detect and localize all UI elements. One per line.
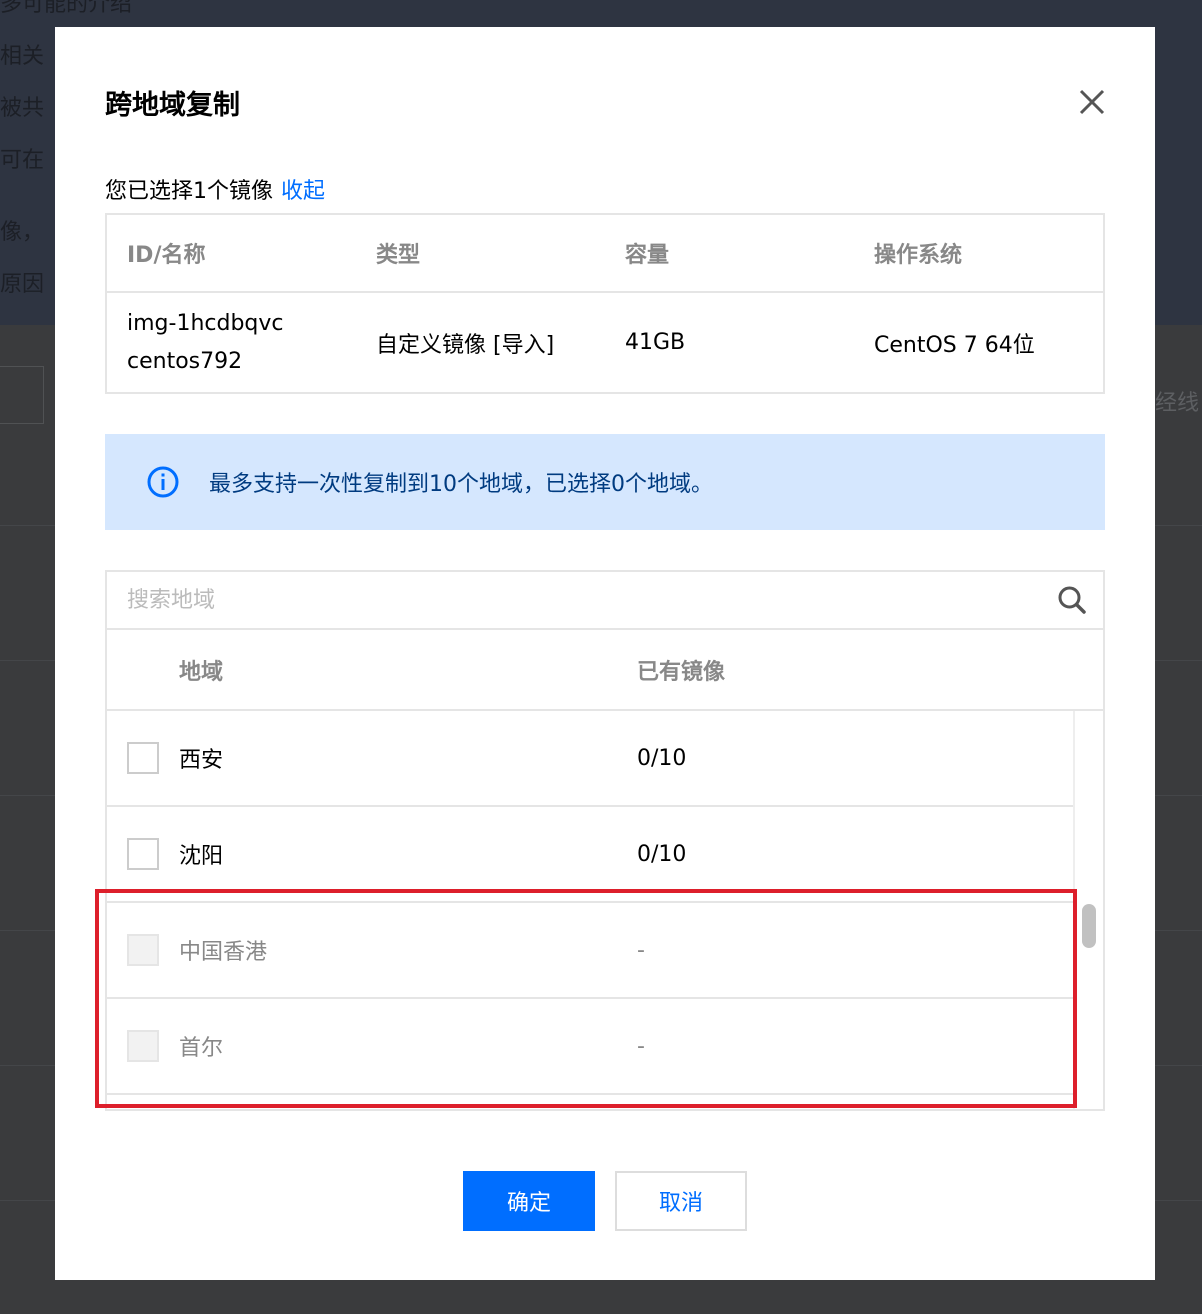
collapse-link[interactable]: 收起 xyxy=(281,179,325,204)
header-region: 地域 xyxy=(179,659,224,685)
notice-text: 最多支持一次性复制到10个地域，已选择0个地域。 xyxy=(209,472,713,497)
scrollbar-thumb[interactable] xyxy=(1082,904,1096,948)
header-size: 容量 xyxy=(625,243,670,268)
header-id-name: ID/名称 xyxy=(127,243,206,268)
table-row: img-1hcdbqvc centos792 自定义镜像 [导入] 41GB C… xyxy=(107,293,1103,392)
region-checkbox-hongkong xyxy=(127,934,159,966)
image-os: CentOS 7 64位 xyxy=(874,332,1035,358)
info-icon xyxy=(147,466,179,498)
region-checkbox-xian[interactable] xyxy=(127,742,159,774)
background-text: 相关 xyxy=(0,44,45,69)
table-row: 首尔 - xyxy=(107,999,1073,1095)
region-table-header: 地域 已有镜像 xyxy=(107,630,1103,711)
background-text: 被共 xyxy=(0,96,45,121)
region-list-scrollbar[interactable] xyxy=(1073,711,1103,1109)
image-id-name-cell: img-1hcdbqvc centos792 xyxy=(107,305,356,381)
region-search-input[interactable] xyxy=(107,572,1103,628)
region-name: 中国香港 xyxy=(179,940,268,965)
cross-region-copy-dialog: 跨地域复制 您已选择1个镜像 收起 ID/名称 类型 容量 操作系统 img-1h… xyxy=(55,27,1155,1280)
table-row: 中国香港 - xyxy=(107,903,1073,999)
close-button[interactable] xyxy=(1077,87,1107,117)
background-text: 像， xyxy=(0,220,45,245)
region-image-count: 0/10 xyxy=(637,745,687,771)
dialog-title: 跨地域复制 xyxy=(105,90,240,121)
image-size: 41GB xyxy=(625,330,686,355)
region-name: 西安 xyxy=(179,748,224,773)
info-notice: 最多支持一次性复制到10个地域，已选择0个地域。 xyxy=(105,434,1105,530)
table-row[interactable]: 西安 0/10 xyxy=(107,711,1073,807)
table-row[interactable]: 沈阳 0/10 xyxy=(107,807,1073,903)
region-image-count: - xyxy=(637,937,645,963)
region-name: 首尔 xyxy=(179,1036,224,1061)
background-input xyxy=(0,366,44,424)
confirm-button[interactable]: 确定 xyxy=(463,1171,595,1231)
header-os: 操作系统 xyxy=(874,243,963,268)
image-name: centos792 xyxy=(127,348,243,374)
selected-image-table: ID/名称 类型 容量 操作系统 img-1hcdbqvc centos792 … xyxy=(105,213,1105,394)
header-type: 类型 xyxy=(376,243,421,268)
selected-count-text: 您已选择1个镜像 xyxy=(105,179,273,204)
cancel-button[interactable]: 取消 xyxy=(615,1171,747,1231)
background-right-text: 经线 xyxy=(1155,391,1200,416)
background-text: 原因 xyxy=(0,272,45,297)
region-checkbox-shenyang[interactable] xyxy=(127,838,159,870)
image-id: img-1hcdbqvc xyxy=(127,310,284,336)
region-list: 西安 0/10 沈阳 0/10 中国香港 - 首尔 - xyxy=(107,711,1103,1109)
region-image-count: 0/10 xyxy=(637,841,687,867)
region-image-count: - xyxy=(637,1033,645,1059)
background-text: 多可能的介绍 xyxy=(0,0,133,17)
header-existing-images: 已有镜像 xyxy=(637,659,726,685)
search-icon[interactable] xyxy=(1057,585,1087,615)
region-checkbox-seoul xyxy=(127,1030,159,1062)
close-icon xyxy=(1079,89,1105,115)
region-name: 沈阳 xyxy=(179,844,224,869)
selected-images-summary: 您已选择1个镜像 收起 xyxy=(105,173,325,205)
background-text: 可在 xyxy=(0,148,45,173)
region-search-bar xyxy=(107,572,1103,630)
image-table-header: ID/名称 类型 容量 操作系统 xyxy=(107,215,1103,293)
image-type: 自定义镜像 [导入] xyxy=(376,332,555,358)
region-selector: 地域 已有镜像 西安 0/10 沈阳 0/10 中国香港 - 首尔 xyxy=(105,570,1105,1111)
